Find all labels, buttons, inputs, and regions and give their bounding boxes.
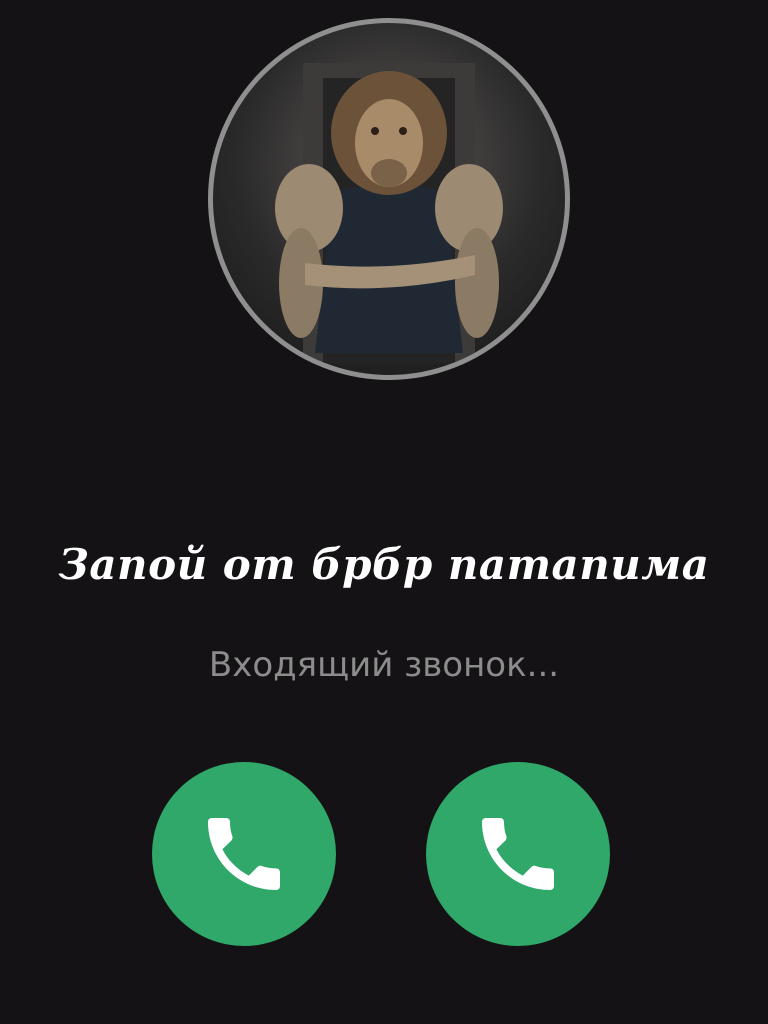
answer-call-button-right[interactable] — [426, 762, 610, 946]
answer-call-button-left[interactable] — [152, 762, 336, 946]
caller-name: Запой от брбр патапима — [58, 540, 710, 589]
phone-icon — [482, 818, 554, 890]
call-status-text: Входящий звонок... — [208, 645, 560, 685]
lion-avatar-image — [275, 63, 503, 363]
phone-icon — [208, 818, 280, 890]
incoming-call-screen: Запой от брбр патапима Входящий звонок..… — [0, 0, 768, 1024]
caller-avatar — [208, 18, 570, 380]
